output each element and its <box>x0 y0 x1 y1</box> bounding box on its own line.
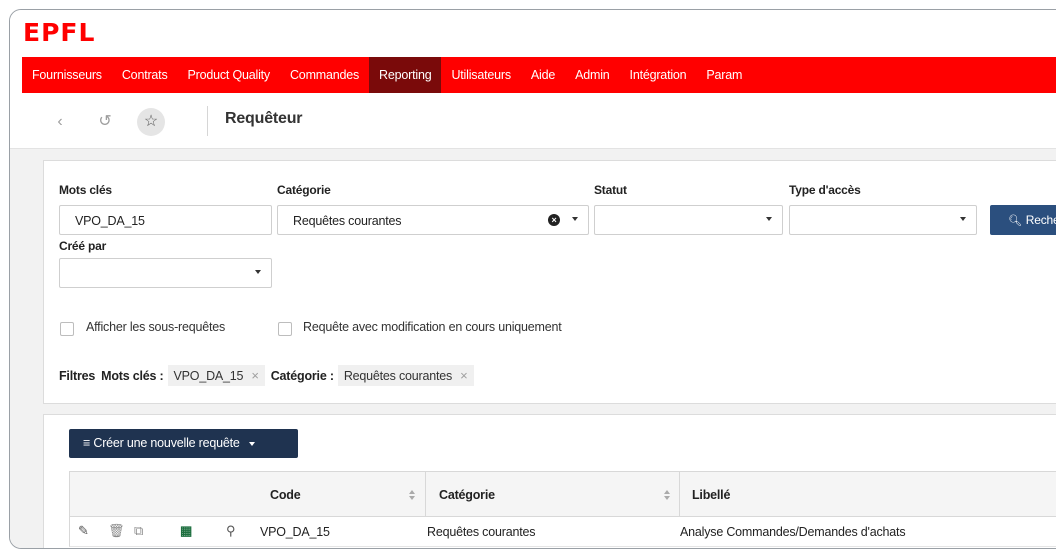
filter-chip-key: Mots clés : <box>101 368 164 383</box>
epfl-logo[interactable]: EPFL <box>23 18 95 47</box>
filters-title: Filtres <box>59 368 96 383</box>
status-label: Statut <box>594 183 627 197</box>
query-list-panel: ≡ Créer une nouvelle requête Code Catégo… <box>43 414 1056 548</box>
show-subqueries-checkbox[interactable] <box>60 322 74 336</box>
main-nav: Fournisseurs Contrats Product Quality Co… <box>22 57 1056 93</box>
nav-item-aide[interactable]: Aide <box>521 57 565 93</box>
nav-item-contrats[interactable]: Contrats <box>112 57 178 93</box>
filter-chip: Requêtes courantes × <box>337 365 474 386</box>
chevron-down-icon <box>572 217 578 221</box>
trash-icon[interactable]: 🗑︎ <box>108 523 125 539</box>
in-progress-checkbox[interactable] <box>278 322 292 336</box>
keywords-label: Mots clés <box>59 183 112 197</box>
chevron-down-icon <box>248 441 255 446</box>
back-icon[interactable]: ‹ <box>50 112 70 132</box>
row-code: VPO_DA_15 <box>260 525 330 539</box>
filter-chip: VPO_DA_15 × <box>167 365 265 386</box>
star-icon[interactable]: ☆ <box>137 108 165 136</box>
column-header-code[interactable]: Code <box>270 472 301 518</box>
clear-icon[interactable]: × <box>548 214 560 226</box>
history-icon[interactable]: ↺ <box>95 112 115 132</box>
category-value: Requêtes courantes <box>293 214 402 228</box>
chevron-down-icon <box>960 217 966 221</box>
sort-icon[interactable] <box>664 490 670 500</box>
nav-item-product-quality[interactable]: Product Quality <box>178 57 280 93</box>
row-label: Analyse Commandes/Demandes d'achats <box>680 525 906 539</box>
category-label: Catégorie <box>277 183 331 197</box>
sort-icon[interactable] <box>409 490 415 500</box>
menu-icon: ≡ <box>83 436 91 450</box>
nav-item-admin[interactable]: Admin <box>565 57 619 93</box>
app-window: EPFL Fournisseurs Contrats Product Quali… <box>9 9 1056 549</box>
remove-filter-icon[interactable]: × <box>251 368 259 383</box>
edit-icon[interactable]: ✎ <box>78 523 89 539</box>
created-by-label: Créé par <box>59 239 107 253</box>
nav-item-utilisateurs[interactable]: Utilisateurs <box>441 57 520 93</box>
table-header: Code Catégorie Libellé <box>69 471 1056 518</box>
filter-panel: Mots clés VPO_DA_15 Catégorie Requêtes c… <box>43 160 1056 404</box>
toolbar-divider <box>207 106 208 136</box>
row-category: Requêtes courantes <box>427 525 536 539</box>
access-type-label: Type d'accès <box>789 183 861 197</box>
page-toolbar: ‹ ↺ ☆ Requêteur <box>10 94 1056 149</box>
category-select[interactable]: Requêtes courantes × <box>277 205 589 235</box>
search-button[interactable]: 🔍︎Recher <box>990 205 1056 235</box>
access-type-select[interactable] <box>789 205 977 235</box>
nav-item-reporting[interactable]: Reporting <box>369 57 442 93</box>
in-progress-label: Requête avec modification en cours uniqu… <box>303 320 562 334</box>
keywords-value: VPO_DA_15 <box>75 214 145 228</box>
chevron-down-icon <box>255 270 261 274</box>
nav-item-commandes[interactable]: Commandes <box>280 57 369 93</box>
remove-filter-icon[interactable]: × <box>460 368 468 383</box>
keywords-input[interactable]: VPO_DA_15 <box>59 205 272 235</box>
column-header-label[interactable]: Libellé <box>692 472 730 518</box>
create-query-button[interactable]: ≡ Créer une nouvelle requête <box>69 429 298 458</box>
table-row[interactable]: ✎ 🗑︎ ⧉ ▦ ⚲ VPO_DA_15 Requêtes courantes … <box>69 517 1056 547</box>
created-by-select[interactable] <box>59 258 272 288</box>
search-icon[interactable]: ⚲ <box>226 523 236 539</box>
copy-icon[interactable]: ⧉ <box>134 523 143 539</box>
nav-item-param[interactable]: Param <box>696 57 752 93</box>
query-table: Code Catégorie Libellé ✎ 🗑︎ ⧉ ▦ ⚲ VPO_DA… <box>69 471 1056 547</box>
excel-export-icon[interactable]: ▦ <box>180 523 192 539</box>
nav-item-integration[interactable]: Intégration <box>620 57 697 93</box>
active-filters: Filtres Mots clés : VPO_DA_15 × Catégori… <box>59 365 480 386</box>
page-title: Requêteur <box>225 110 303 127</box>
show-subqueries-label: Afficher les sous-requêtes <box>86 320 226 334</box>
search-icon: 🔍︎ <box>1008 215 1022 227</box>
header: EPFL <box>10 10 1056 57</box>
filter-chip-key: Catégorie : <box>270 368 334 383</box>
status-select[interactable] <box>594 205 783 235</box>
chevron-down-icon <box>766 217 772 221</box>
column-header-category[interactable]: Catégorie <box>439 472 495 518</box>
nav-item-fournisseurs[interactable]: Fournisseurs <box>22 57 112 93</box>
